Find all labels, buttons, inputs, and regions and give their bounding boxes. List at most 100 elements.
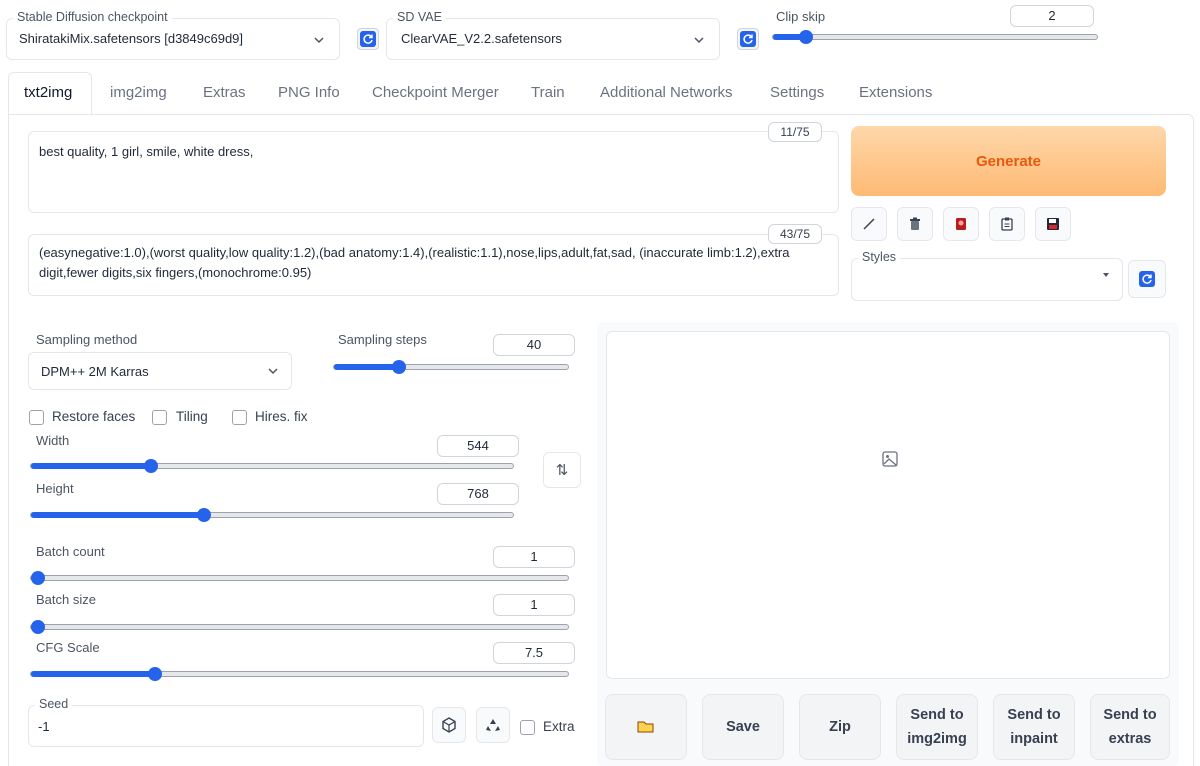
send-to-extras-label-line2: extras (1108, 731, 1152, 747)
batch-count-label: Batch count (36, 544, 105, 559)
swap-icon: ⇅ (555, 462, 569, 479)
clip-skip-input[interactable]: 2 (1010, 5, 1094, 27)
caret-down-icon (1103, 273, 1109, 277)
tab-extras[interactable]: Extras (203, 84, 246, 101)
tab-train[interactable]: Train (531, 84, 565, 101)
save-label: Save (726, 719, 760, 735)
sampling-steps-slider[interactable] (333, 360, 569, 374)
image-placeholder-icon (882, 451, 898, 467)
tab-png-info[interactable]: PNG Info (278, 84, 340, 101)
folder-icon (637, 721, 654, 733)
send-to-extras-button[interactable]: Send to extras (1090, 694, 1170, 760)
prompt-textarea[interactable]: best quality, 1 girl, smile, white dress… (28, 131, 839, 213)
sampling-method-dropdown[interactable]: DPM++ 2M Karras (28, 352, 292, 390)
cfg-scale-input[interactable]: 7.5 (493, 642, 575, 664)
restore-faces-checkbox[interactable] (29, 410, 44, 425)
styles-dropdown[interactable]: Styles (851, 250, 1123, 301)
width-label: Width (36, 433, 70, 448)
chevron-down-icon (268, 368, 278, 375)
batch-count-thumb[interactable] (31, 571, 45, 585)
checkpoint-label: Stable Diffusion checkpoint (13, 10, 172, 24)
send-to-img2img-label-line2: img2img (907, 731, 967, 747)
batch-count-input[interactable]: 1 (493, 546, 575, 568)
floppy-disk-icon (1047, 218, 1059, 230)
clip-skip-label: Clip skip (776, 9, 826, 24)
width-input[interactable]: 544 (437, 435, 519, 457)
cfg-scale-fill (31, 671, 157, 677)
read-params-button[interactable] (851, 207, 887, 241)
tab-additional-networks[interactable]: Additional Networks (600, 84, 733, 101)
cfg-scale-label: CFG Scale (36, 640, 100, 655)
random-seed-button[interactable] (432, 707, 466, 743)
dice-icon (442, 717, 456, 733)
checkpoint-dropdown[interactable]: Stable Diffusion checkpoint ShiratakiMix… (6, 10, 340, 60)
refresh-icon (360, 31, 376, 47)
extra-seed-label: Extra (543, 719, 575, 734)
sampling-steps-input[interactable]: 40 (493, 334, 575, 356)
refresh-vae-button[interactable] (737, 28, 759, 50)
checkpoint-value: ShiratakiMix.safetensors [d3849c69d9] (19, 31, 244, 46)
send-to-inpaint-label-line1: Send to (1007, 707, 1061, 723)
send-to-img2img-label-line1: Send to (910, 707, 964, 723)
tab-txt2img[interactable]: txt2img (24, 84, 72, 101)
generate-button[interactable]: Generate (851, 126, 1166, 196)
tiling-checkbox[interactable] (152, 410, 167, 425)
send-to-inpaint-label-line2: inpaint (1010, 731, 1058, 747)
send-to-img2img-button[interactable]: Send to img2img (896, 694, 978, 760)
tab-settings[interactable]: Settings (770, 84, 824, 101)
prompt-token-counter: 11/75 (768, 122, 822, 142)
extra-seed-checkbox[interactable] (520, 720, 535, 735)
batch-size-slider[interactable] (30, 620, 569, 634)
seed-value: -1 (38, 719, 50, 734)
recycle-icon (486, 719, 500, 731)
save-style-button[interactable] (1035, 207, 1071, 241)
height-slider[interactable] (30, 508, 514, 522)
sampling-method-value: DPM++ 2M Karras (41, 364, 149, 379)
generate-label: Generate (975, 152, 1042, 170)
clip-skip-slider[interactable] (772, 30, 1098, 44)
apply-style-button[interactable] (989, 207, 1025, 241)
zip-button[interactable]: Zip (799, 694, 881, 760)
tab-checkpoint-merger[interactable]: Checkpoint Merger (372, 84, 499, 101)
refresh-icon (740, 31, 756, 47)
sampling-steps-label: Sampling steps (338, 332, 427, 347)
pencil-icon (863, 218, 875, 230)
tab-bar: txt2img img2img Extras PNG Info Checkpoi… (0, 72, 1200, 115)
swap-dimensions-button[interactable]: ⇅ (543, 452, 581, 488)
width-thumb[interactable] (144, 459, 158, 473)
vae-dropdown[interactable]: SD VAE ClearVAE_V2.2.safetensors (386, 10, 720, 60)
tab-extensions[interactable]: Extensions (859, 84, 932, 101)
prompt-text: best quality, 1 girl, smile, white dress… (39, 144, 254, 159)
restore-faces-label: Restore faces (52, 409, 136, 424)
cfg-scale-slider[interactable] (30, 667, 569, 681)
sampling-method-label: Sampling method (36, 332, 138, 347)
hires-fix-checkbox[interactable] (232, 410, 247, 425)
height-input[interactable]: 768 (437, 483, 519, 505)
batch-size-thumb[interactable] (31, 620, 45, 634)
save-button[interactable]: Save (702, 694, 784, 760)
cfg-scale-thumb[interactable] (148, 667, 162, 681)
width-slider[interactable] (30, 459, 514, 473)
refresh-styles-button[interactable] (1128, 260, 1166, 298)
open-folder-button[interactable] (605, 694, 687, 760)
sampling-steps-fill (334, 364, 400, 370)
send-to-extras-label-line1: Send to (1103, 707, 1157, 723)
negative-prompt-textarea[interactable]: (easynegative:1.0),(worst quality,low qu… (28, 234, 839, 296)
trash-icon (910, 217, 920, 230)
refresh-icon (1139, 271, 1155, 287)
tab-img2img[interactable]: img2img (110, 84, 167, 101)
send-to-inpaint-button[interactable]: Send to inpaint (993, 694, 1075, 760)
trash-button[interactable] (897, 207, 933, 241)
refresh-checkpoint-button[interactable] (357, 28, 379, 50)
seed-field[interactable]: Seed -1 (28, 697, 424, 747)
negative-prompt-token-counter: 43/75 (768, 224, 822, 244)
sampling-steps-thumb[interactable] (392, 360, 406, 374)
reuse-seed-button[interactable] (476, 707, 510, 743)
height-thumb[interactable] (197, 508, 211, 522)
chevron-down-icon (694, 37, 704, 44)
show-extra-networks-button[interactable] (943, 207, 979, 241)
clip-skip-thumb[interactable] (799, 30, 813, 44)
clipboard-icon (1001, 217, 1013, 231)
batch-size-input[interactable]: 1 (493, 594, 575, 616)
batch-count-slider[interactable] (30, 571, 569, 585)
